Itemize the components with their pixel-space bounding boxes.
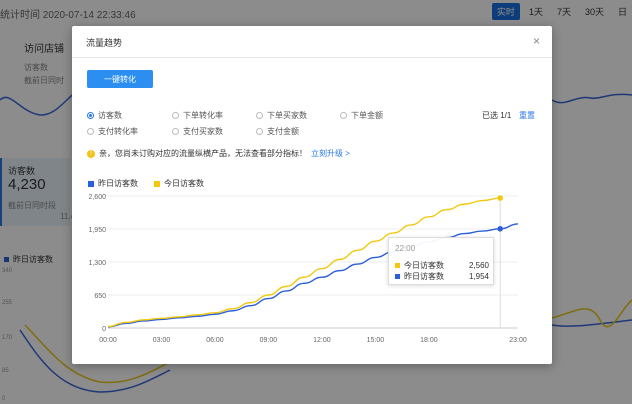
x-tick-label: 18:00 [420, 337, 438, 344]
traffic-trend-modal: 流量趋势 × 一键转化 访客数 下单转化率 下单买家数 下单金额 支付转化率 支… [72, 26, 552, 364]
x-tick-label: 06:00 [206, 337, 224, 344]
y-tick-label: 2,600 [88, 194, 106, 201]
tooltip-series-name: 昨日访客数 [404, 272, 444, 281]
radio-icon[interactable] [172, 128, 179, 135]
modal-title: 流量趋势 [86, 38, 123, 48]
info-icon: ! [87, 149, 95, 158]
radio-icon[interactable] [256, 112, 263, 119]
x-tick-label: 15:00 [367, 337, 385, 344]
tooltip-row-yesterday: 昨日访客数 1,954 [395, 271, 489, 282]
metric-option-order-conversion[interactable]: 下单转化率 [172, 110, 223, 121]
y-tick-label: 1,300 [88, 260, 106, 267]
metric-option-order-amount[interactable]: 下单金额 [340, 110, 383, 121]
hover-point [497, 225, 503, 232]
reset-link[interactable]: 重置 [519, 110, 535, 121]
chart-tooltip: 22:00 今日访客数 2,560 昨日访客数 1,954 [388, 237, 494, 285]
tooltip-series-value: 1,954 [468, 272, 489, 281]
metric-option-label: 下单转化率 [183, 111, 223, 120]
metric-option-visitors[interactable]: 访客数 [87, 110, 122, 121]
metric-option-label: 支付金额 [267, 127, 299, 136]
selected-count: 已选 1/1 [482, 111, 512, 120]
tooltip-series-value: 2,560 [468, 261, 489, 270]
notice-text: 亲，您尚未订购对应的流量纵横产品，无法查看部分指标！ [99, 149, 307, 158]
legend-swatch-icon [154, 180, 160, 187]
one-click-convert-button[interactable]: 一键转化 [87, 70, 153, 88]
tooltip-swatch-icon [395, 274, 400, 279]
x-tick-label: 23:00 [509, 337, 527, 344]
tooltip-row-today: 今日访客数 2,560 [395, 260, 489, 271]
y-tick-label: 650 [94, 293, 106, 300]
upgrade-notice: ! 亲，您尚未订购对应的流量纵横产品，无法查看部分指标！ 立刻升级 > [87, 148, 350, 159]
legend-swatch-icon [88, 180, 94, 187]
tooltip-series-name: 今日访客数 [404, 261, 444, 270]
metric-option-label: 下单金额 [351, 111, 383, 120]
tooltip-swatch-icon [395, 263, 400, 268]
radio-icon[interactable] [172, 112, 179, 119]
metric-option-pay-buyers[interactable]: 支付买家数 [172, 126, 223, 137]
metric-option-label: 支付转化率 [98, 127, 138, 136]
hover-point [497, 195, 503, 201]
x-tick-label: 09:00 [260, 337, 278, 344]
radio-icon[interactable] [340, 112, 347, 119]
x-tick-label: 00:00 [99, 337, 117, 344]
radio-icon[interactable] [87, 128, 94, 135]
metric-option-label: 支付买家数 [183, 127, 223, 136]
radio-icon[interactable] [256, 128, 263, 135]
metric-option-pay-amount[interactable]: 支付金额 [256, 126, 299, 137]
y-tick-label: 1,950 [88, 227, 106, 234]
y-tick-label: 0 [102, 326, 106, 333]
close-icon[interactable]: × [533, 34, 540, 48]
upgrade-link[interactable]: 立刻升级 > [311, 148, 350, 159]
metric-option-order-buyers[interactable]: 下单买家数 [256, 110, 307, 121]
tooltip-time: 22:00 [395, 244, 416, 253]
metric-option-pay-conversion[interactable]: 支付转化率 [87, 126, 138, 137]
radio-checked-icon[interactable] [87, 112, 94, 119]
x-tick-label: 03:00 [153, 337, 171, 344]
x-tick-label: 12:00 [313, 337, 331, 344]
modal-header: 流量趋势 × [72, 26, 552, 58]
metric-option-label: 访客数 [98, 111, 122, 120]
metric-option-label: 下单买家数 [267, 111, 307, 120]
